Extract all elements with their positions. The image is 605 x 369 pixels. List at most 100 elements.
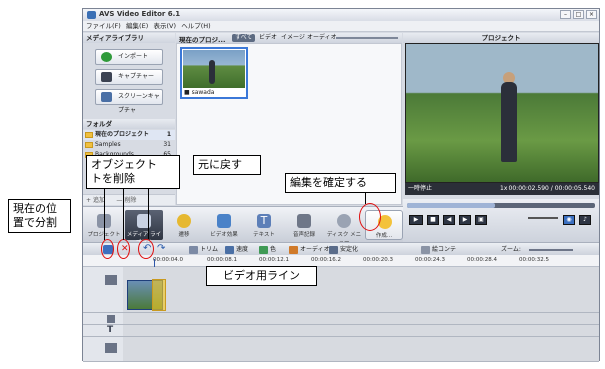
close-button[interactable]: × — [586, 10, 597, 19]
tool-text[interactable]: T テキスト — [245, 210, 283, 240]
media-thumbnail[interactable]: ■ sawada — [180, 47, 248, 99]
folder-actions: + 追加 — 削除 — [83, 194, 175, 205]
text-track-header: T — [83, 325, 123, 337]
play-button[interactable]: ▶ — [409, 215, 423, 225]
storyboard-icon — [421, 245, 430, 254]
ruler-tick: 00:00:32.5 — [519, 257, 549, 263]
menu-help[interactable]: ヘルプ(H) — [181, 22, 210, 30]
playback-time: 00:00:02.590 / 00:00:05.540 — [508, 185, 595, 192]
library-header: メディアライブラリ — [83, 33, 175, 43]
callout-undo: 元に戻す — [193, 155, 261, 175]
thumbnail-image — [183, 50, 245, 88]
tool-disc-menu[interactable]: ディスク メニュー — [325, 210, 363, 246]
capture-label: キャプチャー — [118, 73, 154, 80]
tool-voice-record[interactable]: 音声記録 — [285, 210, 323, 240]
next-frame-button[interactable]: ▶ — [459, 215, 471, 225]
microphone-icon — [297, 214, 311, 228]
filter-all[interactable]: すべて — [232, 34, 256, 42]
add-icon — [101, 52, 112, 62]
fullscreen-button[interactable]: ▣ — [475, 215, 487, 225]
timeline-ruler[interactable]: 00:00:04.0 00:00:08.1 00:00:12.1 00:00:1… — [83, 255, 599, 267]
minimize-button[interactable]: – — [560, 10, 571, 19]
clip-selection[interactable] — [152, 279, 166, 311]
ruler-tick: 00:00:24.3 — [415, 257, 445, 263]
folder-name: 現在のプロジェクト — [95, 131, 150, 138]
playback-status: 一時停止 1x 00:00:02.590 / 00:00:05.540 — [405, 183, 599, 195]
effects-track[interactable] — [123, 313, 599, 325]
seek-bar[interactable] — [407, 203, 595, 208]
folder-samples[interactable]: Samples 31 — [83, 140, 175, 150]
maximize-button[interactable]: □ — [573, 10, 584, 19]
folders-header: フォルダ — [83, 119, 175, 129]
speed-icon — [225, 245, 234, 254]
delete-highlight — [117, 239, 130, 259]
audio-track-header — [83, 337, 123, 362]
app-icon — [87, 11, 96, 19]
tool-video-effects[interactable]: ビデオ効果 — [205, 210, 243, 240]
transitions-icon — [177, 214, 191, 228]
tool-media-library[interactable]: メディア ライブラリ — [125, 210, 163, 246]
tool-transitions[interactable]: 遷移 — [165, 210, 203, 240]
filter-audio[interactable]: オーディオ — [304, 34, 340, 42]
add-folder-button[interactable]: + 追加 — [86, 197, 105, 204]
thumb-size-slider[interactable] — [336, 37, 398, 39]
screen-capture-button[interactable]: スクリーンキャプチャ — [95, 89, 163, 114]
split-highlight — [101, 239, 114, 259]
create-highlight — [359, 203, 381, 231]
filter-video[interactable]: ビデオ — [256, 34, 280, 42]
zoom-label: ズーム: — [501, 246, 521, 253]
menu-file[interactable]: ファイル(F) — [86, 22, 121, 30]
screen-capture-label: スクリーンキャプチャ — [118, 93, 160, 114]
folder-count: 31 — [163, 141, 171, 148]
preview-header: プロジェクト — [403, 33, 599, 43]
tool-label: 音声記録 — [292, 232, 315, 238]
golfer-figure — [209, 60, 215, 84]
preview-video — [405, 43, 599, 183]
player-figure — [501, 82, 517, 162]
ruler-tick: 00:00:20.3 — [363, 257, 393, 263]
zoom-slider[interactable] — [529, 249, 573, 251]
volume-slider[interactable] — [528, 217, 558, 219]
create-connector — [365, 192, 366, 204]
audio-icon — [289, 245, 298, 254]
monitor-icon — [101, 92, 112, 102]
player-controls: ▶ ■ ◀ ▶ ▣ ◉ ♪ — [403, 199, 599, 242]
disc-icon — [337, 214, 351, 228]
ruler-tick: 00:00:28.4 — [467, 257, 497, 263]
folder-current-project[interactable]: 現在のプロジェクト 1 — [83, 130, 175, 140]
video-track[interactable] — [123, 267, 599, 313]
storyboard-toggle[interactable]: 絵コンテ — [421, 245, 456, 254]
menu-view[interactable]: 表示(V) — [153, 22, 176, 30]
text-icon: T — [257, 214, 271, 228]
delete-folder-button[interactable]: — 削除 — [116, 197, 136, 204]
tool-trim[interactable]: トリム — [189, 245, 218, 254]
ruler-tick: 00:00:08.1 — [207, 257, 237, 263]
audio-track[interactable] — [123, 337, 599, 362]
import-button[interactable]: インポート — [95, 49, 163, 65]
tool-speed[interactable]: 速度 — [225, 245, 248, 254]
tool-audio[interactable]: オーディオ — [289, 245, 330, 254]
video-track-icon — [105, 275, 117, 285]
tool-color[interactable]: 色 — [259, 245, 276, 254]
redo-icon[interactable]: ↷ — [157, 243, 165, 254]
menu-edit[interactable]: 編集(E) — [126, 22, 148, 30]
stop-button[interactable]: ■ — [427, 215, 439, 225]
ruler-tick: 00:00:16.2 — [311, 257, 341, 263]
video-effects-icon — [217, 214, 231, 228]
video-track-header — [83, 267, 123, 313]
snapshot-button[interactable]: ◉ — [563, 215, 575, 225]
tool-stabilize[interactable]: 安定化 — [329, 245, 358, 254]
callout-video-line: ビデオ用ライン — [206, 266, 317, 286]
tool-label: 作成... — [375, 233, 393, 239]
volume-icon[interactable]: ♪ — [579, 215, 591, 225]
import-label: インポート — [118, 53, 149, 60]
main-toolbar: プロジェクト メディア ライブラリ 遷移 ビデオ効果 T テキスト 音声記録 デ… — [83, 206, 403, 246]
prev-frame-button[interactable]: ◀ — [443, 215, 455, 225]
stabilize-icon — [329, 245, 338, 254]
folder-icon — [85, 142, 93, 148]
capture-button[interactable]: キャプチャー — [95, 69, 163, 85]
callout-confirm: 編集を確定する — [285, 173, 396, 193]
callout-delete: オブジェクト トを削除 — [86, 155, 180, 189]
text-track[interactable] — [123, 325, 599, 337]
playback-speed: 1x — [500, 185, 508, 192]
